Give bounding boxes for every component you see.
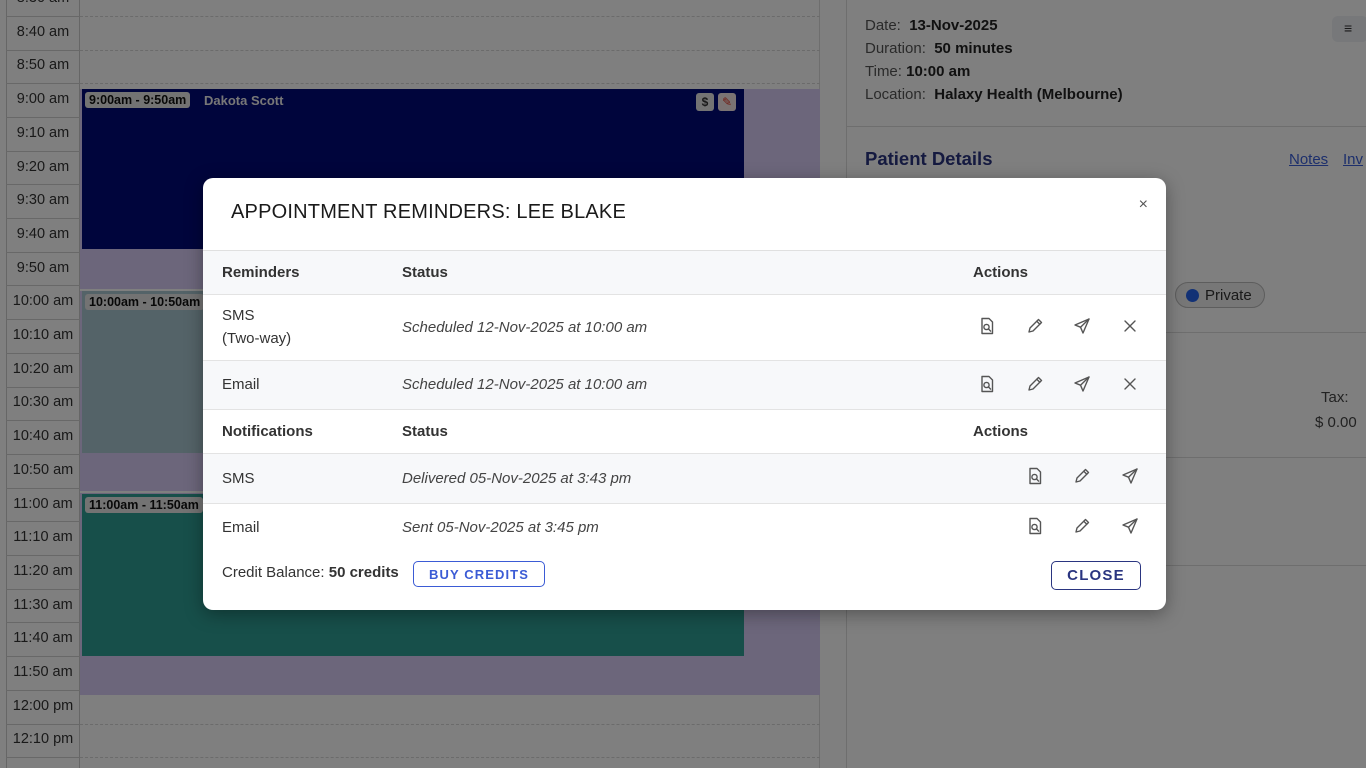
reminder-status: Scheduled 12-Nov-2025 at 10:00 am xyxy=(402,319,648,336)
send-icon[interactable] xyxy=(1118,514,1142,538)
pencil-icon[interactable] xyxy=(1070,464,1094,488)
reminder-subtype: (Two-way) xyxy=(222,330,292,347)
credit-balance-label: Credit Balance: xyxy=(222,564,325,581)
credit-balance: Credit Balance: 50 credits xyxy=(222,564,399,581)
notifications-table-header: Notifications Status Actions xyxy=(203,410,1166,454)
close-icon[interactable]: × xyxy=(1139,196,1148,214)
column-header-actions: Actions xyxy=(973,423,1029,440)
column-header-status: Status xyxy=(402,423,448,440)
notification-type: Email xyxy=(222,519,260,536)
send-icon[interactable] xyxy=(1070,314,1094,338)
notification-row-email: Email Sent 05-Nov-2025 at 3:45 pm xyxy=(203,504,1166,553)
column-header-status: Status xyxy=(402,264,448,281)
reminder-status: Scheduled 12-Nov-2025 at 10:00 am xyxy=(402,376,648,393)
reminder-type: SMS xyxy=(222,307,255,324)
close-icon[interactable] xyxy=(1118,314,1142,338)
column-header-actions: Actions xyxy=(973,264,1029,281)
notification-status: Sent 05-Nov-2025 at 3:45 pm xyxy=(402,519,599,536)
reminder-row-email: Email Scheduled 12-Nov-2025 at 10:00 am xyxy=(203,361,1166,410)
notification-status: Delivered 05-Nov-2025 at 3:43 pm xyxy=(402,470,632,487)
pencil-icon[interactable] xyxy=(1023,372,1047,396)
reminder-row-sms: SMS (Two-way) Scheduled 12-Nov-2025 at 1… xyxy=(203,295,1166,361)
buy-credits-button[interactable]: BUY CREDITS xyxy=(413,561,545,587)
close-icon[interactable] xyxy=(1118,372,1142,396)
preview-icon[interactable] xyxy=(975,314,999,338)
send-icon[interactable] xyxy=(1118,464,1142,488)
column-header-notifications: Notifications xyxy=(222,423,313,440)
preview-icon[interactable] xyxy=(975,372,999,396)
pencil-icon[interactable] xyxy=(1070,514,1094,538)
preview-icon[interactable] xyxy=(1023,514,1047,538)
credit-balance-value: 50 credits xyxy=(328,564,399,581)
column-header-reminders: Reminders xyxy=(222,264,300,281)
close-button[interactable]: CLOSE xyxy=(1051,561,1141,590)
notification-row-sms: SMS Delivered 05-Nov-2025 at 3:43 pm xyxy=(203,454,1166,504)
dialog-title: APPOINTMENT REMINDERS: LEE BLAKE xyxy=(231,201,627,223)
reminders-table-header: Reminders Status Actions xyxy=(203,251,1166,295)
send-icon[interactable] xyxy=(1070,372,1094,396)
preview-icon[interactable] xyxy=(1023,464,1047,488)
reminder-type: Email xyxy=(222,376,260,393)
notification-type: SMS xyxy=(222,470,255,487)
pencil-icon[interactable] xyxy=(1023,314,1047,338)
appointment-reminders-dialog: APPOINTMENT REMINDERS: LEE BLAKE × Remin… xyxy=(203,178,1166,610)
